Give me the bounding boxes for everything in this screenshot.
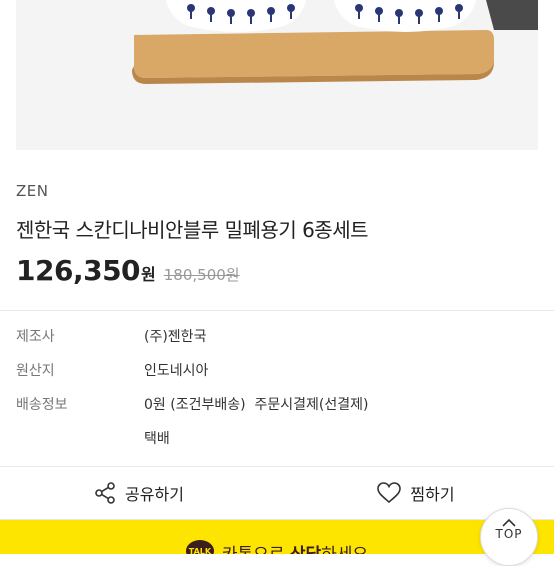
kakao-consult-button[interactable]: TALK 카톡으로 상담하세요 — [0, 520, 554, 554]
wish-label: 찜하기 — [410, 485, 455, 504]
shipping-label: 배송정보 — [16, 397, 68, 413]
price-unit: 원 — [141, 265, 156, 284]
product-info-table: 제조사 (주)젠한국 원산지 인도네시아 배송정보 0원 (조건부배송) 주문시… — [16, 326, 538, 462]
divider — [0, 310, 554, 311]
kakao-consult-label: 카톡으로 상담하세요 — [222, 540, 368, 554]
heart-icon — [377, 482, 402, 504]
action-bar: 공유하기 찜하기 — [0, 467, 554, 519]
product-title: 젠한국 스칸디나비안블루 밀폐용기 6종세트 — [16, 218, 369, 242]
kakao-talk-icon: TALK — [185, 540, 214, 554]
kakao-text-suffix: 하세요 — [321, 545, 368, 554]
shipping-value: 0원 (조건부배송) 주문시결제(선결제) — [144, 397, 369, 413]
origin-label: 원산지 — [16, 363, 55, 379]
info-row-shipping: 배송정보 0원 (조건부배송) 주문시결제(선결제) — [16, 394, 538, 428]
info-row-shipping-method: 택배 — [16, 428, 538, 462]
top-label: TOP — [495, 527, 523, 541]
origin-value: 인도네시아 — [144, 363, 209, 379]
sale-price: 126,350 — [16, 254, 141, 287]
kakao-text-bold: 상담 — [290, 545, 321, 554]
share-button[interactable]: 공유하기 — [0, 467, 277, 519]
shipping-method: 택배 — [144, 431, 170, 447]
manufacturer-label: 제조사 — [16, 329, 55, 345]
product-image — [16, 0, 538, 150]
original-price: 180,500원 — [163, 266, 240, 284]
manufacturer-value: (주)젠한국 — [144, 329, 207, 345]
share-icon — [95, 482, 115, 504]
kakao-text-prefix: 카톡으로 — [222, 545, 290, 554]
info-row-origin: 원산지 인도네시아 — [16, 360, 538, 394]
chevron-up-icon — [502, 519, 516, 527]
info-row-manufacturer: 제조사 (주)젠한국 — [16, 326, 538, 360]
scroll-top-button[interactable]: TOP — [480, 508, 538, 566]
brand-name[interactable]: ZEN — [16, 182, 48, 200]
share-label: 공유하기 — [125, 485, 184, 504]
price-row: 126,350 원 180,500원 — [16, 254, 240, 287]
